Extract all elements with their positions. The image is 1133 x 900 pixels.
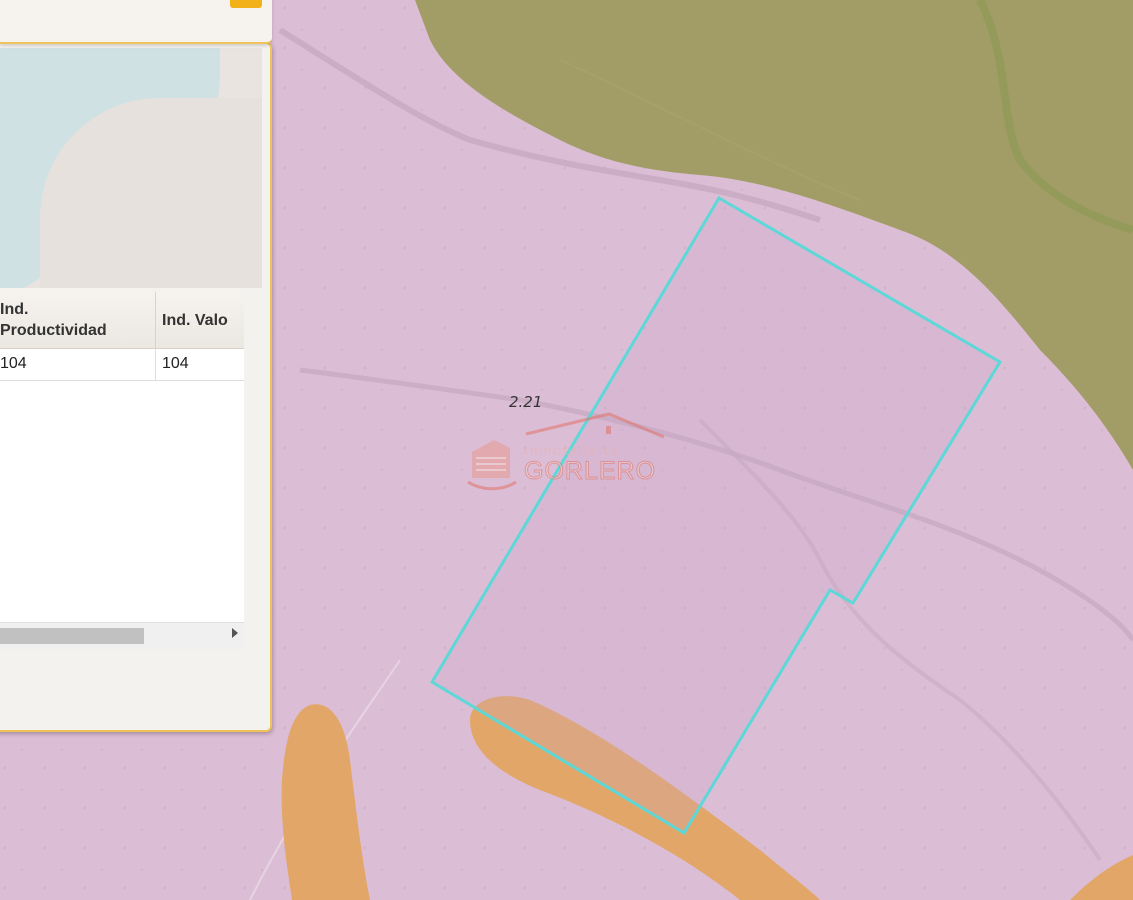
table-header: Ind. Productividad Ind. Valo — [0, 292, 244, 349]
column-header-productividad[interactable]: Ind. Productividad — [0, 292, 156, 348]
scroll-right-arrow-icon[interactable] — [232, 628, 238, 638]
watermark-subtitle: Inmobiliaria — [524, 442, 620, 458]
close-button[interactable]: ✕ — [230, 0, 262, 8]
table-row[interactable]: 104 104 — [0, 348, 244, 381]
table-cell: 104 — [0, 348, 156, 380]
watermark-name: GORLERO — [523, 457, 657, 486]
watermark-logo: Inmobiliaria GORLERO — [464, 412, 674, 492]
attribute-table: Ind. Productividad Ind. Valo 104 104 — [0, 292, 244, 648]
column-header-valor[interactable]: Ind. Valo — [162, 292, 244, 348]
close-icon: ✕ — [242, 0, 250, 4]
parcel-label: 2.21 — [509, 393, 543, 411]
info-panel: Ind. Productividad Ind. Valo 104 104 — [0, 42, 272, 732]
mini-map[interactable] — [0, 48, 262, 288]
horizontal-scrollbar[interactable] — [0, 622, 244, 649]
table-cell: 104 — [162, 355, 189, 372]
scrollbar-thumb[interactable] — [0, 628, 144, 644]
